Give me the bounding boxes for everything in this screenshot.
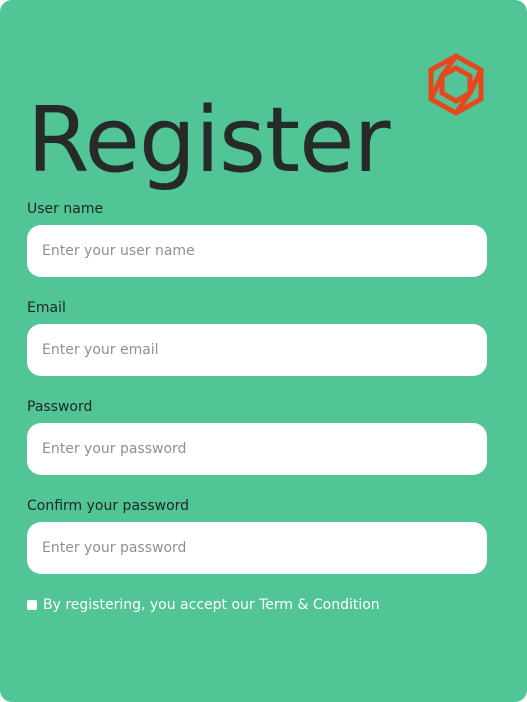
hexagon-logo-icon [428,53,484,116]
terms-label: By registering, you accept our Term & Co… [43,597,380,613]
email-label: Email [27,300,66,316]
username-input[interactable] [27,225,487,277]
terms-row: By registering, you accept our Term & Co… [27,596,380,614]
confirm-password-input[interactable] [27,522,487,574]
confirm-password-label: Confirm your password [27,498,190,514]
terms-checkbox[interactable] [27,600,37,610]
email-input[interactable] [27,324,487,376]
register-card: Register User name Email Password Confir… [0,0,527,702]
page-title: Register [27,88,391,193]
password-label: Password [27,399,93,415]
password-input[interactable] [27,423,487,475]
username-label: User name [27,201,104,217]
